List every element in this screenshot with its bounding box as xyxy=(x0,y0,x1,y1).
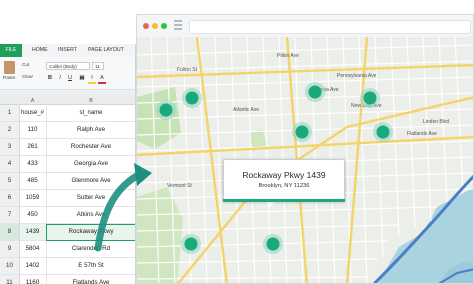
close-dot[interactable] xyxy=(143,23,149,29)
font-name-select[interactable]: Calibri (Body) xyxy=(46,62,90,70)
cell-house-number[interactable]: 433 xyxy=(19,156,47,172)
street-label: Pitkin Ave xyxy=(277,53,299,59)
cut-button[interactable]: Cut xyxy=(22,62,29,67)
cell-house-number[interactable]: 450 xyxy=(19,207,47,223)
cell-house-number[interactable]: 1059 xyxy=(19,190,47,206)
location-marker xyxy=(363,91,377,105)
borders-icon[interactable]: ▦ xyxy=(78,74,86,82)
table-row: 4 433 Georgia Ave xyxy=(0,156,135,173)
street-label: Fulton St xyxy=(177,67,198,73)
row-number[interactable]: 3 xyxy=(0,139,20,155)
table-row: 8 1439 Rockaway Pkwy xyxy=(0,224,135,241)
browser-bar xyxy=(137,15,473,38)
ribbon-toolbar: Paste Cut Clear Calibri (Body) 11 B I U … xyxy=(0,57,135,98)
fill-color-swatch xyxy=(88,82,96,84)
cell-street-name[interactable]: Ralph Ave xyxy=(46,122,135,138)
paste-icon[interactable] xyxy=(4,61,15,74)
tab-home[interactable]: HOME xyxy=(32,44,48,57)
font-color-icon[interactable]: A xyxy=(98,74,106,82)
cell-header-house[interactable]: house_# xyxy=(19,105,47,121)
callout-title: Rockaway Pkwy 1439 xyxy=(242,170,326,180)
table-row: 9 5804 Clarendon Rd xyxy=(0,241,135,258)
menu-icon[interactable] xyxy=(174,20,182,30)
underline-button[interactable]: U xyxy=(66,74,74,82)
row-number[interactable]: 10 xyxy=(0,258,20,274)
tab-file[interactable]: FILE xyxy=(0,44,22,57)
cell-house-number[interactable]: 110 xyxy=(19,122,47,138)
table-row: 5 485 Glenmore Ave xyxy=(0,173,135,190)
table-row: 6 1059 Sutter Ave xyxy=(0,190,135,207)
cell-house-number[interactable]: 485 xyxy=(19,173,47,189)
row-number[interactable]: 4 xyxy=(0,156,20,172)
street-label: Flatlands Ave xyxy=(407,131,437,137)
location-marker xyxy=(376,125,390,139)
cell-street-name[interactable]: Rochester Ave xyxy=(46,139,135,155)
callout-stripe xyxy=(223,199,345,202)
font-color-swatch xyxy=(98,82,106,84)
street-label: Vermont St xyxy=(167,183,192,189)
row-number[interactable]: 1 xyxy=(0,105,20,121)
clear-button[interactable]: Clear xyxy=(22,74,33,79)
table-row: 11 1160 Flatlands Ave xyxy=(0,275,135,284)
font-size-select[interactable]: 11 xyxy=(92,62,104,70)
cell-street-name[interactable]: Clarendon Rd xyxy=(46,241,135,257)
tab-insert[interactable]: INSERT xyxy=(58,44,77,57)
spreadsheet-window: FILE HOME INSERT PAGE LAYOUT Paste Cut C… xyxy=(0,44,136,284)
italic-button[interactable]: I xyxy=(56,74,64,82)
fill-color-icon[interactable]: ◊ xyxy=(88,74,96,82)
location-marker xyxy=(308,85,322,99)
location-marker xyxy=(295,125,309,139)
tab-page-layout[interactable]: PAGE LAYOUT xyxy=(88,44,124,57)
paste-label[interactable]: Paste xyxy=(3,76,15,81)
cell-house-number[interactable]: 261 xyxy=(19,139,47,155)
row-number[interactable]: 8 xyxy=(0,224,20,240)
cell-house-number[interactable]: 5804 xyxy=(19,241,47,257)
location-marker xyxy=(184,237,198,251)
table-row: 7 450 Atkins Ave xyxy=(0,207,135,224)
header-row: 1 house_# st_name xyxy=(0,105,135,122)
row-number[interactable]: 2 xyxy=(0,122,20,138)
table-row: 2 110 Ralph Ave xyxy=(0,122,135,139)
row-number[interactable]: 9 xyxy=(0,241,20,257)
location-marker xyxy=(159,103,173,117)
maximize-dot[interactable] xyxy=(161,23,167,29)
cell-house-number[interactable]: 1402 xyxy=(19,258,47,274)
row-number[interactable]: 5 xyxy=(0,173,20,189)
callout-subtitle: Brooklyn, NY 11236 xyxy=(258,183,310,189)
cell-street-name[interactable]: Georgia Ave xyxy=(46,156,135,172)
table-row: 3 261 Rochester Ave xyxy=(0,139,135,156)
ribbon-tabs: FILE HOME INSERT PAGE LAYOUT xyxy=(0,44,135,58)
street-label: Pennsylvania Ave xyxy=(337,73,377,79)
address-bar[interactable] xyxy=(189,20,471,34)
bold-button[interactable]: B xyxy=(46,74,54,82)
selected-cell-outline xyxy=(46,224,135,241)
cell-street-name[interactable]: Atkins Ave xyxy=(46,207,135,223)
cell-street-name[interactable]: Glenmore Ave xyxy=(46,173,135,189)
map-window: Pitkin Ave Livonia Ave New Lots Ave Lind… xyxy=(136,14,474,284)
row-number[interactable]: 6 xyxy=(0,190,20,206)
column-header-b[interactable]: B xyxy=(46,97,135,105)
minimize-dot[interactable] xyxy=(152,23,158,29)
location-callout[interactable]: Rockaway Pkwy 1439 Brooklyn, NY 11236 xyxy=(223,159,345,201)
cell-street-name[interactable]: Flatlands Ave xyxy=(46,275,135,284)
row-number[interactable]: 7 xyxy=(0,207,20,223)
cell-street-name[interactable]: Sutter Ave xyxy=(46,190,135,206)
cell-street-name[interactable]: E 57th St xyxy=(46,258,135,274)
row-number[interactable]: 11 xyxy=(0,275,20,284)
table-row: 10 1402 E 57th St xyxy=(0,258,135,275)
cell-header-street[interactable]: st_name xyxy=(46,105,135,121)
street-label: Linden Blvd xyxy=(423,119,449,125)
location-marker xyxy=(266,237,280,251)
column-header-a[interactable]: A xyxy=(19,97,46,105)
corner-cell[interactable] xyxy=(0,97,19,105)
location-marker xyxy=(185,91,199,105)
street-label: Atlantic Ave xyxy=(233,107,259,113)
cell-house-number[interactable]: 1160 xyxy=(19,275,47,284)
cell-house-number[interactable]: 1439 xyxy=(19,224,47,240)
